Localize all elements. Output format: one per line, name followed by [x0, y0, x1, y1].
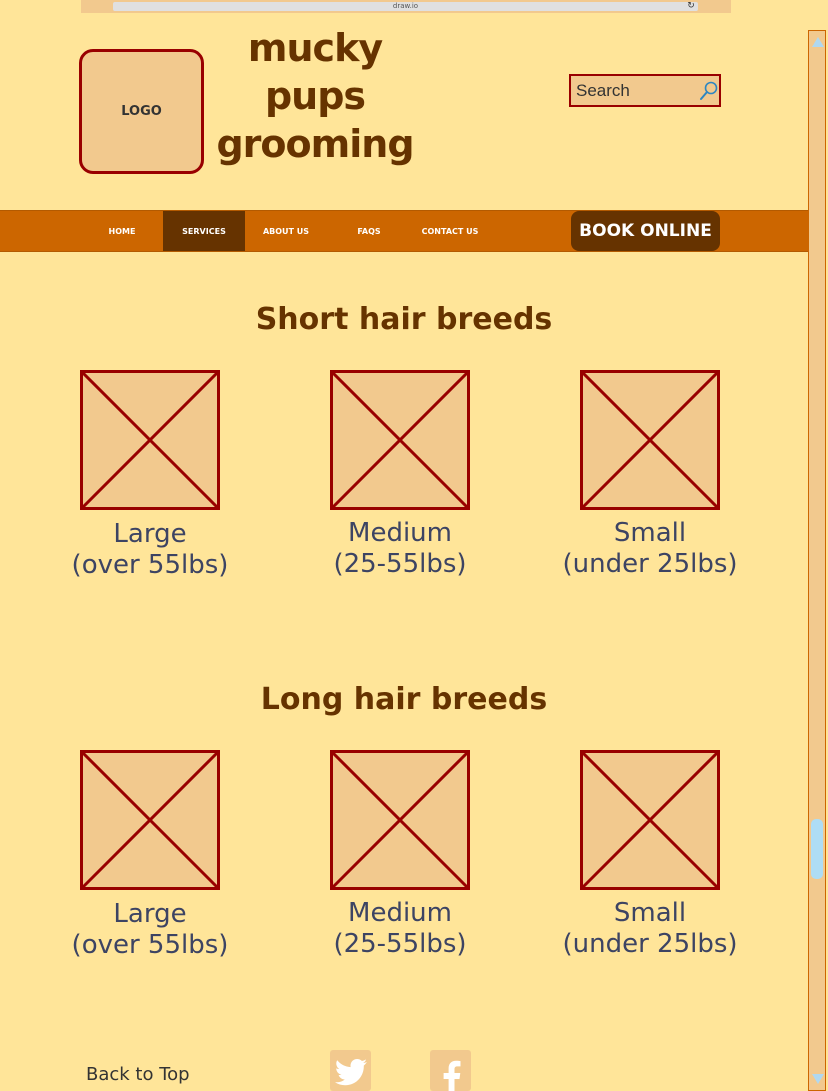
scroll-up-arrow[interactable] — [812, 37, 824, 47]
facebook-icon[interactable] — [430, 1050, 471, 1091]
back-to-top-link[interactable]: Back to Top — [86, 1064, 190, 1085]
search-input[interactable] — [571, 76, 696, 105]
book-online-button[interactable]: BOOK ONLINE — [571, 211, 720, 251]
card-size: Medium — [348, 898, 452, 928]
logo: LOGO — [79, 49, 204, 174]
card-label: Large (over 55lbs) — [45, 899, 255, 961]
reload-icon[interactable]: ↻ — [685, 0, 697, 13]
card-size: Small — [613, 898, 687, 928]
card-size: Large — [113, 519, 187, 549]
card-weight: (over 55lbs) — [71, 930, 229, 960]
brand-line: pups — [264, 74, 366, 118]
card-label: Small (under 25lbs) — [545, 518, 755, 580]
card-label: Large (over 55lbs) — [45, 519, 255, 581]
nav-faqs[interactable]: FAQS — [328, 211, 410, 251]
card-weight: (over 55lbs) — [71, 550, 229, 580]
nav-services[interactable]: SERVICES — [163, 211, 245, 251]
vertical-scrollbar[interactable] — [808, 30, 826, 1091]
search-box — [569, 74, 721, 107]
card-size: Medium — [348, 518, 452, 548]
nav-contact-us[interactable]: CONTACT US — [409, 211, 491, 251]
card-weight: (25-55lbs) — [333, 929, 467, 959]
twitter-icon[interactable] — [330, 1050, 371, 1091]
scrollbar-thumb[interactable] — [811, 819, 823, 879]
url-field[interactable]: draw.io — [113, 2, 698, 11]
image-placeholder — [580, 370, 720, 510]
image-placeholder — [580, 750, 720, 890]
brand-line: grooming — [216, 122, 414, 166]
card-label: Medium (25-55lbs) — [295, 898, 505, 960]
brand-name: mucky pups grooming — [210, 24, 420, 168]
nav-home[interactable]: HOME — [81, 211, 163, 251]
card-label: Medium (25-55lbs) — [295, 518, 505, 580]
logo-text: LOGO — [121, 104, 162, 119]
search-icon[interactable] — [699, 81, 719, 101]
image-placeholder — [80, 370, 220, 510]
nav-about-us[interactable]: ABOUT US — [245, 211, 327, 251]
card-size: Small — [613, 518, 687, 548]
scroll-down-arrow[interactable] — [812, 1074, 824, 1084]
section-title-long-hair: Long hair breeds — [260, 682, 548, 717]
brand-line: mucky — [247, 26, 383, 70]
card-weight: (under 25lbs) — [562, 549, 738, 579]
card-weight: (under 25lbs) — [562, 929, 738, 959]
image-placeholder — [330, 370, 470, 510]
image-placeholder — [80, 750, 220, 890]
card-label: Small (under 25lbs) — [545, 898, 755, 960]
section-title-short-hair: Short hair breeds — [255, 302, 553, 337]
card-size: Large — [113, 899, 187, 929]
browser-toolbar: draw.io ↻ — [81, 0, 731, 13]
card-weight: (25-55lbs) — [333, 549, 467, 579]
image-placeholder — [330, 750, 470, 890]
main-nav: HOME SERVICES ABOUT US FAQS CONTACT US B… — [0, 210, 808, 252]
